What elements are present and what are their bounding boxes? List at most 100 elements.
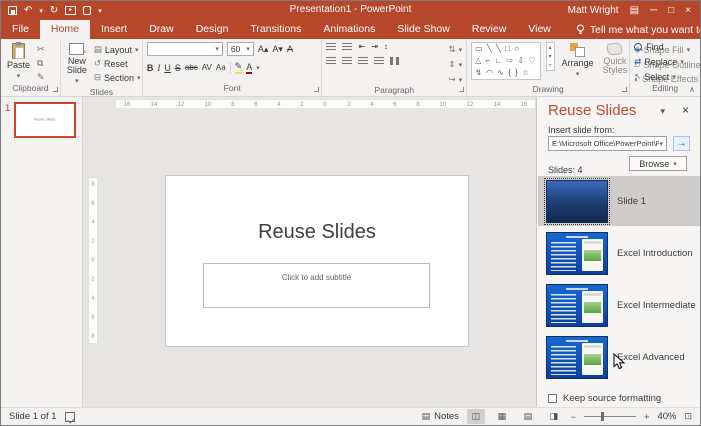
keep-source-formatting-option[interactable]: Keep source formatting (548, 393, 661, 404)
slide-title-text[interactable]: Reuse Slides (166, 221, 468, 244)
bullets-icon[interactable] (326, 43, 336, 51)
slide-canvas[interactable]: Reuse Slides Click to add subtitle (166, 176, 468, 346)
shapes-scroll-down-icon[interactable]: ▾ (547, 52, 554, 61)
spell-check-icon[interactable] (65, 412, 75, 422)
tab-review[interactable]: Review (461, 20, 517, 39)
columns-icon[interactable] (390, 57, 400, 65)
section-button[interactable]: ⊟Section▾ (94, 72, 141, 83)
redo-icon[interactable]: ↻ (50, 6, 58, 16)
align-right-icon[interactable] (358, 57, 368, 65)
underline-button[interactable]: U (164, 63, 171, 73)
zoom-slider-thumb[interactable] (601, 412, 604, 421)
path-dropdown-icon[interactable]: ▾ (659, 140, 663, 148)
go-button[interactable]: → (673, 136, 690, 151)
undo-dropdown-icon[interactable]: ▾ (39, 7, 43, 15)
shapes-gallery[interactable]: ▭ ╲ ╲ □ ○ △ ⌐ ∟ ⇨ ⇩ ♡ ↯ ◠ ∿ { } ☆ (471, 42, 540, 80)
increase-font-size-button[interactable]: A▴ (258, 44, 269, 55)
tab-home[interactable]: Home (40, 20, 90, 39)
tab-slide-show[interactable]: Slide Show (386, 20, 461, 39)
tab-file[interactable]: File (1, 20, 40, 39)
zoom-in-button[interactable]: + (644, 412, 649, 422)
restore-icon[interactable]: □ (668, 6, 674, 16)
zoom-slider[interactable] (584, 416, 636, 417)
zoom-level[interactable]: 40% (657, 411, 676, 422)
paragraph-dialog-launcher[interactable] (459, 87, 464, 92)
user-name[interactable]: Matt Wright (568, 5, 619, 16)
italic-button[interactable]: I (157, 63, 160, 73)
keep-source-formatting-checkbox[interactable] (548, 394, 557, 403)
vertical-ruler[interactable]: 864202468 (88, 177, 98, 344)
touch-mode-icon[interactable] (83, 6, 91, 15)
strikethrough-button[interactable]: abc (185, 63, 198, 72)
format-painter-icon[interactable]: ✎ (37, 72, 45, 83)
shapes-scroll-up-icon[interactable]: ▴ (547, 43, 554, 52)
subtitle-placeholder[interactable]: Click to add subtitle (203, 263, 430, 308)
drawing-dialog-launcher[interactable] (622, 87, 627, 92)
minimize-icon[interactable]: ─ (650, 6, 657, 16)
replace-button[interactable]: ⇄Replace▾ (634, 56, 684, 67)
ribbon-display-options-icon[interactable]: ▤ (630, 6, 639, 16)
convert-smartart-button[interactable]: ↪▾ (449, 74, 463, 85)
list-item-excel-intermediate[interactable]: Excel Intermediate (538, 280, 701, 330)
numbering-icon[interactable] (342, 43, 352, 51)
align-center-icon[interactable] (342, 57, 352, 65)
quick-styles-button[interactable]: Quick Styles (601, 42, 630, 76)
layout-button[interactable]: ▤Layout▾ (94, 44, 141, 55)
shapes-row[interactable]: ▭ ╲ ╲ □ ○ (475, 43, 536, 55)
font-size-combobox[interactable]: 60▾ (227, 42, 254, 56)
tab-view[interactable]: View (517, 20, 562, 39)
decrease-indent-icon[interactable]: ⇤ (358, 42, 365, 51)
shapes-more-icon[interactable]: ▿ (547, 61, 554, 70)
shapes-row[interactable]: △ ⌐ ∟ ⇨ ⇩ ♡ (475, 55, 536, 67)
notes-button[interactable]: ▤ Notes (422, 411, 459, 422)
zoom-out-button[interactable]: − (571, 412, 576, 422)
increase-indent-icon[interactable]: ⇥ (371, 42, 378, 51)
text-direction-button[interactable]: ⇅▾ (449, 44, 463, 55)
change-case-button[interactable]: Aa (216, 63, 226, 72)
tab-draw[interactable]: Draw (138, 20, 185, 39)
horizontal-ruler[interactable]: 1614121086420246810121416 (115, 99, 536, 109)
slide-sorter-view-button[interactable]: ▦ (493, 409, 511, 424)
shapes-row[interactable]: ↯ ◠ ∿ { } ☆ (475, 67, 536, 79)
decrease-font-size-button[interactable]: A▾ (272, 44, 283, 55)
paste-button[interactable]: Paste ▾ (5, 42, 32, 82)
cut-icon[interactable]: ✂ (37, 44, 45, 55)
list-item-slide-1[interactable]: Slide 1 (538, 176, 701, 226)
bold-button[interactable]: B (147, 63, 154, 73)
undo-icon[interactable]: ↶ (24, 6, 32, 16)
justify-icon[interactable] (374, 57, 384, 65)
line-spacing-icon[interactable]: ↕ (384, 42, 388, 51)
save-icon[interactable] (8, 6, 17, 15)
copy-icon[interactable]: ⧉ (37, 58, 45, 69)
new-slide-button[interactable]: New Slide ▾ (65, 42, 89, 87)
reset-button[interactable]: ↺Reset (94, 58, 141, 69)
font-color-button[interactable]: A (246, 62, 252, 74)
tell-me-box[interactable]: Tell me what you want to do (576, 20, 701, 39)
pane-options-icon[interactable]: ▾ (660, 106, 665, 117)
list-item-excel-introduction[interactable]: Excel Introduction (538, 228, 701, 278)
character-spacing-button[interactable]: AV (202, 63, 212, 72)
reading-view-button[interactable]: ▤ (519, 409, 537, 424)
browse-button[interactable]: Browse ▾ (629, 156, 687, 171)
pane-close-icon[interactable]: × (682, 103, 689, 117)
select-button[interactable]: ↖Select▾ (634, 71, 676, 82)
tab-transitions[interactable]: Transitions (239, 20, 312, 39)
collapse-ribbon-icon[interactable]: ∧ (689, 85, 695, 94)
customize-qat-icon[interactable]: ▾ (98, 7, 102, 15)
insert-path-input[interactable]: E:\Microsoft Office\PowerPoint\Pow ▾ (548, 136, 667, 151)
font-dialog-launcher[interactable] (314, 87, 319, 92)
fit-slide-to-window-icon[interactable]: ⊡ (684, 411, 692, 422)
font-name-combobox[interactable]: ▾ (147, 42, 223, 56)
new-slide-dropdown-icon[interactable]: ▾ (75, 77, 79, 86)
find-button[interactable]: Find (634, 42, 664, 52)
close-icon[interactable]: × (685, 6, 691, 16)
tab-insert[interactable]: Insert (90, 20, 138, 39)
arrange-button[interactable]: Arrange ▾ (560, 42, 596, 80)
normal-view-button[interactable]: ◫ (467, 409, 485, 424)
align-text-button[interactable]: ⇕▾ (449, 59, 463, 70)
clear-formatting-button[interactable]: A (287, 44, 293, 54)
shadow-button[interactable]: S (175, 63, 181, 73)
text-highlight-button[interactable]: ✎ (235, 61, 243, 74)
slide-show-button[interactable]: ◨ (545, 409, 563, 424)
tab-design[interactable]: Design (185, 20, 240, 39)
